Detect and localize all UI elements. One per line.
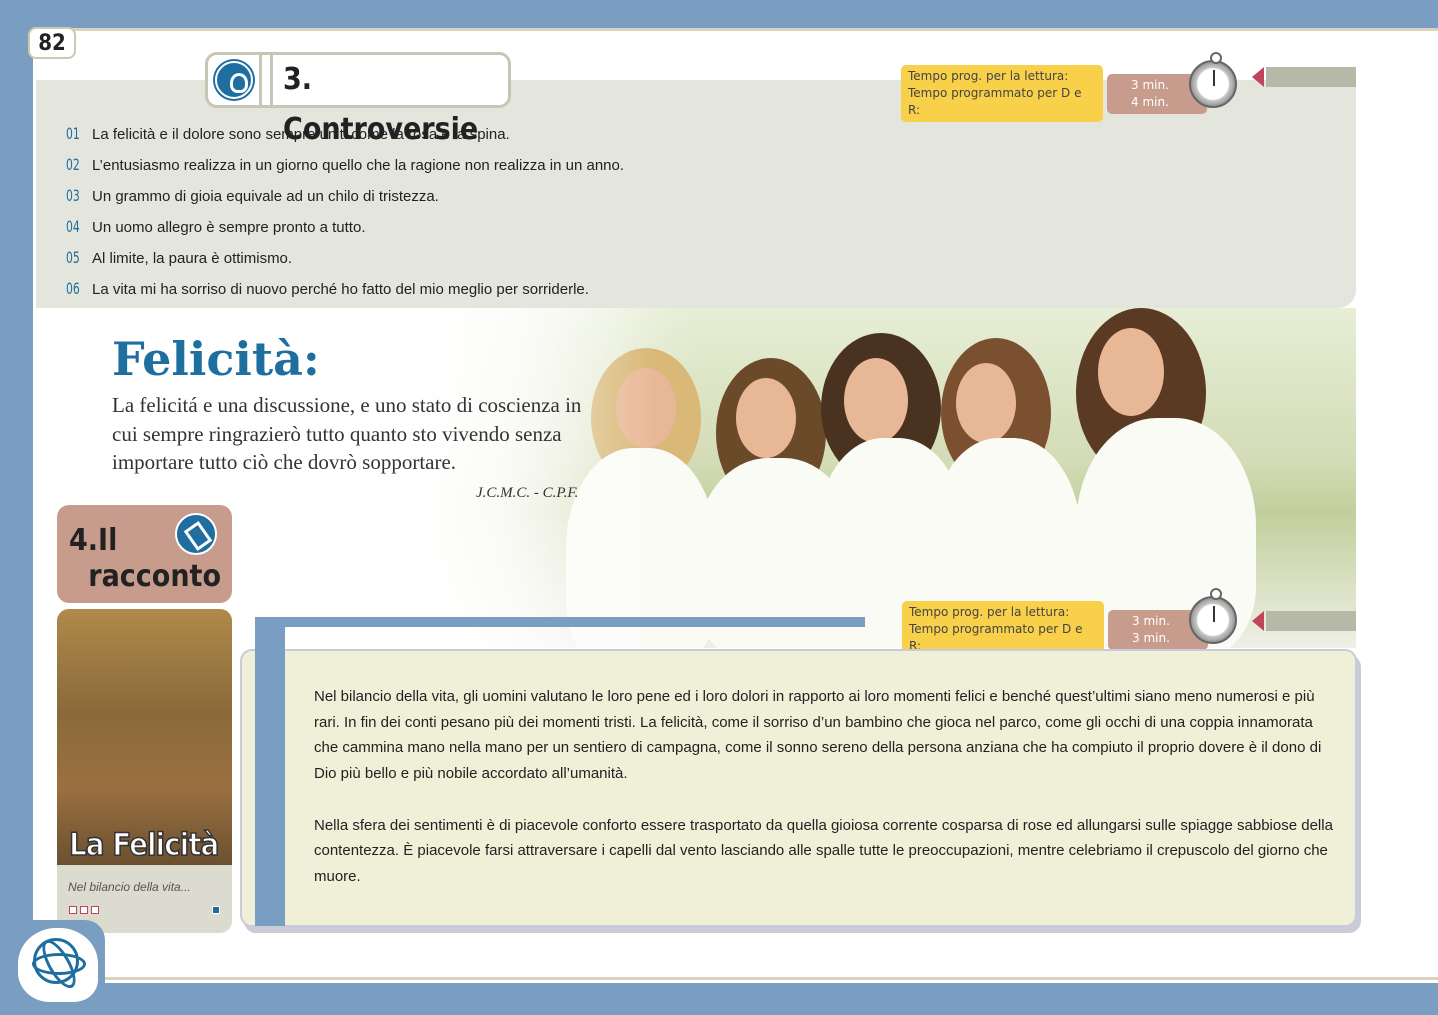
timer-label-reading: Tempo prog. per la lettura: bbox=[909, 605, 1070, 619]
nav-dot-icon[interactable] bbox=[212, 906, 220, 914]
reading-frame-left-strip bbox=[255, 649, 285, 926]
pencil-icon bbox=[175, 513, 217, 555]
book-title: La Felicità bbox=[68, 826, 220, 864]
quote-number: 06 bbox=[66, 279, 80, 298]
quote-number: 04 bbox=[66, 217, 80, 236]
book-card[interactable]: La Felicità Nel bilancio della vita... bbox=[57, 609, 232, 933]
quote-text: La felicità e il dolore sono sempre unit… bbox=[92, 126, 510, 143]
quote-number: 01 bbox=[66, 124, 80, 143]
timer-label-dr: Tempo programmato per D e R: bbox=[908, 86, 1082, 117]
progress-bar bbox=[1266, 67, 1356, 87]
page-bottom-rule bbox=[105, 977, 1438, 980]
arrow-tip-icon bbox=[1252, 67, 1264, 87]
reading-paragraph: Nel bilancio della vita, gli uomini valu… bbox=[314, 688, 1322, 783]
quote-number: 02 bbox=[66, 155, 80, 174]
timer-section3: Tempo prog. per la lettura: Tempo progra… bbox=[901, 65, 1207, 122]
felicita-text: La felicitá e una discussione, e uno sta… bbox=[112, 393, 582, 474]
felicita-title: Felicità: bbox=[112, 332, 320, 386]
section4-title-line2: racconto bbox=[88, 559, 221, 594]
page-dots bbox=[69, 906, 99, 914]
quote-text: La vita mi ha sorriso di nuovo perché ho… bbox=[92, 281, 589, 298]
list-item: 02 L’entusiasmo realizza in un giorno qu… bbox=[66, 155, 624, 186]
atom-icon bbox=[32, 938, 86, 984]
felicita-author: J.C.M.C. - C.P.F. bbox=[476, 485, 579, 501]
stopwatch-icon bbox=[1189, 588, 1237, 644]
list-item: 01 La felicità e il dolore sono sempre u… bbox=[66, 124, 624, 155]
quote-number: 05 bbox=[66, 248, 80, 267]
page-number: 82 bbox=[28, 27, 76, 59]
quote-text: Un grammo di gioia equivale ad un chilo … bbox=[92, 188, 439, 205]
list-item: 06 La vita mi ha sorriso di nuovo perché… bbox=[66, 279, 624, 310]
quote-text: Un uomo allegro è sempre pronto a tutto. bbox=[92, 219, 366, 236]
stopwatch-icon bbox=[1189, 52, 1237, 108]
quote-text: Al limite, la paura è ottimismo. bbox=[92, 250, 293, 267]
book-subtitle: Nel bilancio della vita... bbox=[68, 880, 191, 894]
list-item: 03 Un grammo di gioia equivale ad un chi… bbox=[66, 186, 624, 217]
reading-text: Nel bilancio della vita, gli uomini valu… bbox=[314, 684, 1336, 890]
timer-labels: Tempo prog. per la lettura: Tempo progra… bbox=[901, 65, 1103, 122]
timer-label-reading: Tempo prog. per la lettura: bbox=[908, 69, 1069, 83]
list-item: 05 Al limite, la paura è ottimismo. bbox=[66, 248, 624, 279]
quote-number: 03 bbox=[66, 186, 80, 205]
i-am-head-icon bbox=[208, 55, 263, 105]
section-header-controversie: 3. Controversie bbox=[205, 52, 511, 147]
reading-paragraph: Nella sfera dei sentimenti è di piacevol… bbox=[314, 816, 1333, 885]
arrow-tip-icon bbox=[1252, 611, 1264, 631]
quote-list: 01 La felicità e il dolore sono sempre u… bbox=[66, 124, 624, 310]
progress-bar bbox=[1266, 611, 1356, 631]
section-title: 3. Controversie bbox=[270, 55, 508, 147]
reading-frame-top bbox=[255, 617, 865, 627]
list-item: 04 Un uomo allegro è sempre pronto a tut… bbox=[66, 217, 624, 248]
quote-text: L’entusiasmo realizza in un giorno quell… bbox=[92, 157, 625, 174]
